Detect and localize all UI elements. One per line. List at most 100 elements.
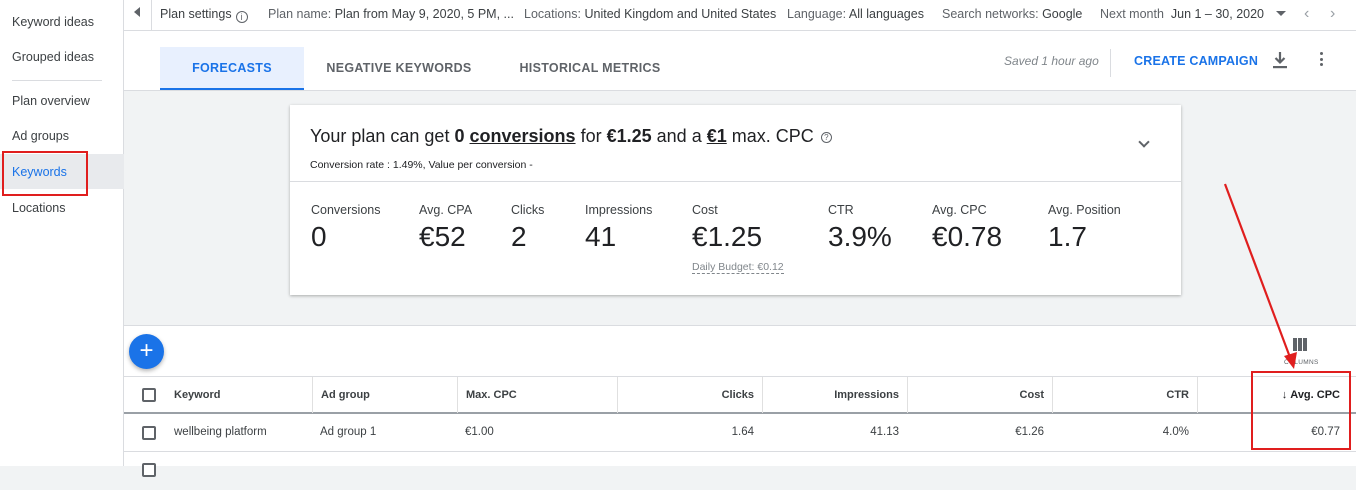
- metric-value: 3.9%: [828, 221, 892, 252]
- plan-settings-label: Plan settings: [160, 7, 232, 21]
- sidebar-item-ad-groups[interactable]: Ad groups: [12, 129, 69, 143]
- cell-impressions: 41.13: [870, 426, 899, 438]
- row-checkbox[interactable]: [142, 463, 156, 477]
- headline-max-cpc-suffix: max. CPC: [731, 126, 814, 146]
- cell-keyword: wellbeing platform: [174, 426, 267, 438]
- metric-impressions: Impressions 41: [585, 203, 652, 253]
- column-header-keyword[interactable]: Keyword: [166, 377, 312, 413]
- header-divider: [1110, 49, 1111, 77]
- headline-max-cpc-link[interactable]: €1: [707, 126, 727, 146]
- sidebar-item-plan-overview[interactable]: Plan overview: [12, 94, 90, 108]
- saved-status: Saved 1 hour ago: [1004, 54, 1099, 68]
- select-all-checkbox[interactable]: [142, 388, 156, 402]
- date-range-label: Next month: [1100, 7, 1164, 21]
- cell-ctr: 4.0%: [1162, 426, 1189, 438]
- previous-period-icon[interactable]: ‹: [1304, 5, 1309, 23]
- plan-name-value: Plan from May 9, 2020, 5 PM, ...: [334, 7, 514, 21]
- metric-value: 2: [511, 221, 527, 252]
- column-header-clicks[interactable]: Clicks: [617, 377, 762, 413]
- locations-setting[interactable]: Locations: United Kingdom and United Sta…: [524, 7, 776, 21]
- column-header-ad-group[interactable]: Ad group: [312, 377, 457, 413]
- metric-cost: Cost €1.25: [692, 203, 762, 253]
- add-keyword-button[interactable]: +: [129, 334, 164, 369]
- collapse-sidebar-button[interactable]: [124, 0, 152, 31]
- locations-label: Locations:: [524, 7, 581, 21]
- chevron-left-icon: [134, 7, 140, 17]
- plan-settings[interactable]: Plan settings i: [160, 7, 248, 23]
- tab-header: FORECASTS NEGATIVE KEYWORDS HISTORICAL M…: [124, 31, 1356, 91]
- date-range-value: Jun 1 – 30, 2020: [1170, 7, 1265, 21]
- locations-value: United Kingdom and United States: [584, 7, 777, 21]
- tab-forecasts[interactable]: FORECASTS: [160, 47, 304, 90]
- table-row[interactable]: wellbeing platform Ad group 1 €1.00 1.64…: [124, 414, 1356, 452]
- tab-negative-keywords[interactable]: NEGATIVE KEYWORDS: [318, 47, 480, 90]
- annotation-highlight-keywords: [2, 151, 88, 196]
- keywords-table-panel: + COLUMNS Keyword Ad group Max. CPC Clic…: [124, 325, 1356, 477]
- language-value: All languages: [848, 7, 924, 21]
- metric-value: 41: [585, 221, 617, 252]
- daily-budget[interactable]: Daily Budget: €0.12: [692, 261, 784, 274]
- next-period-icon[interactable]: ›: [1330, 5, 1335, 23]
- cell-ad-group[interactable]: Ad group 1: [312, 414, 384, 451]
- forecast-card: Your plan can get 0 conversions for €1.2…: [290, 105, 1181, 295]
- metric-label: Avg. CPA: [419, 203, 473, 217]
- metric-label: Conversions: [311, 203, 381, 217]
- column-header-cost[interactable]: Cost: [907, 377, 1052, 413]
- metric-label: Clicks: [511, 203, 545, 217]
- metric-value: 0: [311, 221, 327, 252]
- metric-value: €1.25: [692, 221, 763, 252]
- forecast-summary: Your plan can get 0 conversions for €1.2…: [290, 105, 1181, 182]
- metric-conversions: Conversions 0: [311, 203, 380, 253]
- metric-clicks: Clicks 2: [511, 203, 544, 253]
- column-header-max-cpc[interactable]: Max. CPC: [457, 377, 617, 413]
- conversion-rate-line: Conversion rate : 1.49%, Value per conve…: [310, 159, 533, 171]
- metric-avg-position: Avg. Position 1.7: [1048, 203, 1121, 253]
- headline-prefix: Your plan can get: [310, 126, 450, 146]
- row-checkbox[interactable]: [142, 426, 156, 440]
- table-header: Keyword Ad group Max. CPC Clicks Impress…: [124, 376, 1356, 414]
- metric-value: €52: [419, 221, 466, 252]
- metric-label: Cost: [692, 203, 718, 217]
- networks-value: Google: [1042, 7, 1083, 21]
- headline-conversions-link[interactable]: conversions: [470, 126, 576, 146]
- sidebar-item-grouped-ideas[interactable]: Grouped ideas: [12, 50, 94, 64]
- info-icon[interactable]: i: [235, 11, 248, 23]
- forecast-headline: Your plan can get 0 conversions for €1.2…: [310, 126, 832, 147]
- date-range-selector[interactable]: Next month Jun 1 – 30, 2020: [1100, 7, 1264, 21]
- download-icon[interactable]: [1272, 51, 1288, 69]
- networks-setting[interactable]: Search networks: Google: [942, 7, 1082, 21]
- column-header-ctr[interactable]: CTR: [1052, 377, 1197, 413]
- language-label: Language:: [787, 7, 847, 21]
- sidebar: Keyword ideas Grouped ideas Plan overvie…: [0, 0, 124, 466]
- sidebar-divider: [12, 80, 102, 81]
- help-icon[interactable]: ?: [820, 132, 832, 143]
- headline-and-a: and a: [656, 126, 702, 146]
- cell-cost: €1.26: [1015, 426, 1044, 438]
- metric-avg-cpc: Avg. CPC €0.78: [932, 203, 1002, 253]
- columns-label[interactable]: COLUMNS: [1284, 359, 1319, 366]
- metric-value: €0.78: [932, 221, 1003, 252]
- table-row-partial[interactable]: [124, 452, 1356, 490]
- cell-max-cpc[interactable]: €1.00: [457, 414, 502, 451]
- metric-label: Impressions: [585, 203, 653, 217]
- annotation-highlight-avg-cpc: [1251, 371, 1351, 450]
- tab-historical-metrics[interactable]: HISTORICAL METRICS: [506, 47, 674, 90]
- columns-icon[interactable]: [1293, 338, 1311, 352]
- more-options-icon[interactable]: [1319, 52, 1325, 68]
- plan-settings-bar: Plan settings i Plan name: Plan from May …: [124, 0, 1356, 31]
- plan-name-label: Plan name:: [268, 7, 332, 21]
- metric-value: 1.7: [1048, 221, 1087, 252]
- cell-clicks: 1.64: [731, 426, 754, 438]
- sidebar-item-locations[interactable]: Locations: [12, 201, 66, 215]
- create-campaign-button[interactable]: CREATE CAMPAIGN: [1134, 54, 1258, 68]
- metric-avg-cpa: Avg. CPA €52: [419, 203, 472, 253]
- expand-chevron-icon[interactable]: [1138, 136, 1150, 148]
- sidebar-item-keyword-ideas[interactable]: Keyword ideas: [12, 15, 94, 29]
- metric-label: Avg. CPC: [932, 203, 987, 217]
- language-setting[interactable]: Language: All languages: [787, 7, 924, 21]
- plan-name[interactable]: Plan name: Plan from May 9, 2020, 5 PM, …: [268, 7, 514, 21]
- headline-conversion-count: 0: [454, 126, 465, 146]
- metric-label: CTR: [828, 203, 854, 217]
- column-header-impressions[interactable]: Impressions: [762, 377, 907, 413]
- dropdown-caret-icon[interactable]: [1276, 11, 1286, 16]
